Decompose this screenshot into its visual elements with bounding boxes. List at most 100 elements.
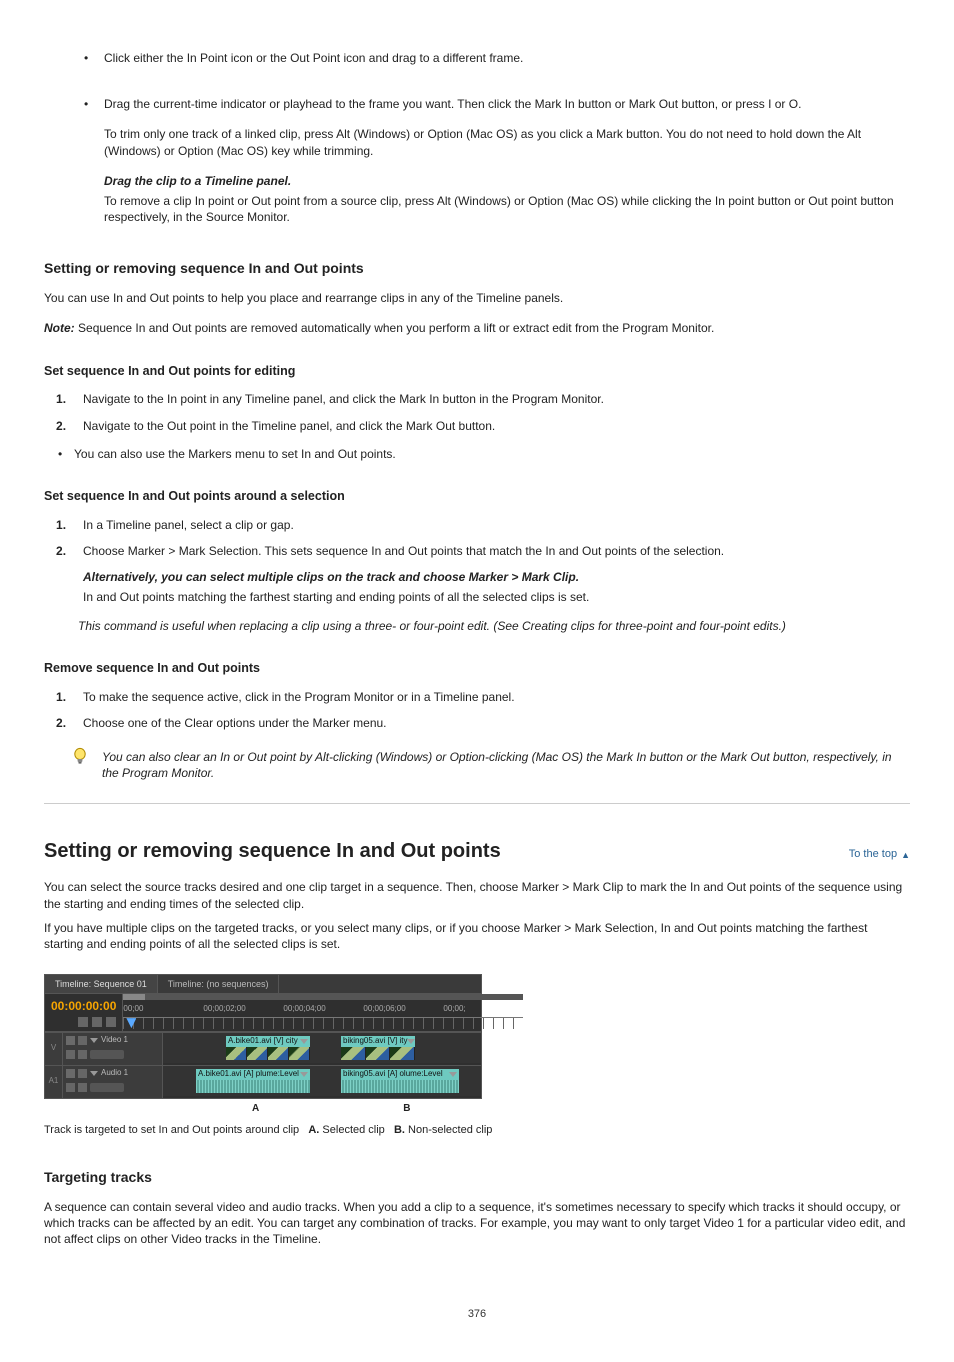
subsection-heading: Remove sequence In and Out points — [44, 660, 910, 677]
tip-para: This command is useful when replacing a … — [78, 618, 910, 634]
clip-label: A.bike01.avi [V] city — [228, 1036, 298, 1047]
subsection-heading: Set sequence In and Out points around a … — [44, 488, 910, 505]
to-top-link[interactable]: To the top ▲ — [849, 847, 910, 862]
caption-lead: Track is targeted to set In and Out poin… — [44, 1124, 299, 1136]
dropdown-icon[interactable] — [300, 1072, 308, 1077]
clip-label: A.bike01.avi [A] plume:Level — [198, 1069, 299, 1080]
figure-caption: Track is targeted to set In and Out poin… — [44, 1123, 644, 1138]
note-label: Note: — [44, 321, 75, 335]
note-row: Note: Sequence In and Out points are rem… — [44, 320, 910, 336]
video-track-controls: Video 1 — [63, 1033, 163, 1065]
track-button[interactable] — [66, 1083, 75, 1092]
steps-list: Navigate to the In point in any Timeline… — [44, 391, 910, 433]
clip-label: biking05.avi [A] olume:Level — [343, 1069, 443, 1080]
section-heading: Setting or removing sequence In and Out … — [44, 838, 501, 865]
note-body: Sequence In and Out points are removed a… — [78, 321, 714, 335]
tab-label: Timeline: Sequence 01 — [55, 979, 147, 989]
tip-text: You can also clear an In or Out point by… — [102, 749, 910, 781]
lock-toggle-icon[interactable] — [78, 1069, 87, 1078]
track-name: Video 1 — [101, 1035, 128, 1046]
tab-label: Timeline: (no sequences) — [168, 979, 269, 989]
video-lane[interactable]: A.bike01.avi [V] city biking05.avi [V] i… — [163, 1033, 481, 1063]
track-pill[interactable] — [90, 1050, 124, 1059]
step-item: Choose Marker > Mark Selection. This set… — [78, 543, 910, 606]
timeline-figure: Timeline: Sequence 01 Timeline: (no sequ… — [44, 974, 910, 1115]
lightbulb-icon — [72, 747, 88, 771]
video-clip-a[interactable]: A.bike01.avi [V] city — [225, 1035, 311, 1061]
bullet-item: You can also use the Markers menu to set… — [58, 446, 910, 462]
step-item: To make the sequence active, click in th… — [78, 689, 910, 705]
tick-label: 00;00;02;00 — [203, 1004, 283, 1015]
caption-label-a: A. — [308, 1124, 319, 1136]
alt-body: In and Out points matching the farthest … — [83, 589, 910, 605]
dropdown-icon[interactable] — [449, 1072, 457, 1077]
alt-head: Alternatively, you can select multiple c… — [83, 569, 910, 585]
bullet-item: Drag the current-time indicator or playh… — [84, 96, 910, 225]
subsection-heading: Set sequence In and Out points for editi… — [44, 363, 910, 380]
sub-step-head: Drag the clip to a Timeline panel. — [104, 173, 910, 189]
tool-button[interactable] — [106, 1017, 116, 1027]
dropdown-icon[interactable] — [407, 1039, 415, 1044]
step-text: Choose one of the Clear options under th… — [83, 716, 387, 730]
track-button[interactable] — [66, 1050, 75, 1059]
tip-row: You can also clear an In or Out point by… — [72, 749, 910, 781]
track-pill[interactable] — [90, 1083, 124, 1092]
bullet-text: Click either the In Point icon or the Ou… — [104, 51, 523, 65]
caption-label-b: B. — [394, 1124, 405, 1136]
eye-toggle-icon[interactable] — [66, 1036, 75, 1045]
steps-list: To make the sequence active, click in th… — [44, 689, 910, 731]
video-gutter[interactable]: V — [45, 1033, 63, 1065]
audio-gutter[interactable]: A1 — [45, 1066, 63, 1098]
timeline-tool-row — [51, 1017, 116, 1027]
step-item: Navigate to the In point in any Timeline… — [78, 391, 910, 407]
clip-label: biking05.avi [V] ity — [343, 1036, 407, 1047]
track-button[interactable] — [78, 1050, 87, 1059]
timecode-display[interactable]: 00:00:00:00 — [51, 998, 116, 1014]
video-clip-b[interactable]: biking05.avi [V] ity — [340, 1035, 416, 1061]
timeline-tab-inactive[interactable]: Timeline: (no sequences) — [158, 975, 280, 993]
dropdown-icon[interactable] — [90, 1038, 98, 1043]
section-intro: You can use In and Out points to help yo… — [44, 290, 910, 306]
audio-clip-a[interactable]: A.bike01.avi [A] plume:Level — [195, 1068, 311, 1094]
to-top-text: To the top — [849, 847, 897, 862]
section-para: If you have multiple clips on the target… — [44, 920, 910, 952]
track-button[interactable] — [78, 1083, 87, 1092]
audio-track-controls: Audio 1 — [63, 1066, 163, 1098]
tick-label: 00;00;04;00 — [283, 1004, 363, 1015]
section-divider — [44, 803, 910, 804]
playhead-icon[interactable] — [126, 1018, 136, 1028]
lock-toggle-icon[interactable] — [78, 1036, 87, 1045]
figure-marker-row: A B — [44, 1102, 482, 1116]
dropdown-icon[interactable] — [90, 1071, 98, 1076]
caret-up-icon: ▲ — [901, 849, 910, 861]
tool-button[interactable] — [92, 1017, 102, 1027]
section-para: You can select the source tracks desired… — [44, 879, 910, 911]
tick-label: 00;00 — [123, 1004, 203, 1015]
figure-marker-b: B — [403, 1102, 410, 1116]
speaker-toggle-icon[interactable] — [66, 1069, 75, 1078]
sub-step-body: To remove a clip In point or Out point f… — [104, 193, 910, 225]
caption-text-b: Non-selected clip — [408, 1124, 492, 1136]
audio-track-row: A1 Audio 1 A.bik — [45, 1065, 481, 1098]
step-text: To make the sequence active, click in th… — [83, 690, 515, 704]
zoom-scrub-handle[interactable] — [123, 994, 145, 1000]
audio-clip-b[interactable]: biking05.avi [A] olume:Level — [340, 1068, 460, 1094]
section-heading: Setting or removing sequence In and Out … — [44, 259, 910, 278]
timeline-tab-active[interactable]: Timeline: Sequence 01 — [45, 975, 158, 993]
step-text: Choose Marker > Mark Selection. This set… — [83, 544, 724, 558]
note-para: To trim only one track of a linked clip,… — [104, 126, 910, 158]
step-text: Navigate to the Out point in the Timelin… — [83, 419, 495, 433]
tool-button[interactable] — [78, 1017, 88, 1027]
bullet-text: Drag the current-time indicator or playh… — [104, 97, 801, 111]
top-bullet-list: Click either the In Point icon or the Ou… — [44, 50, 910, 225]
audio-lane[interactable]: A.bike01.avi [A] plume:Level biking05.av… — [163, 1066, 481, 1096]
timeline-ruler[interactable]: 00;00 00;00;02;00 00;00;04;00 00;00;06;0… — [123, 994, 523, 1030]
dropdown-icon[interactable] — [300, 1039, 308, 1044]
section-para: A sequence can contain several video and… — [44, 1199, 910, 1248]
track-name: Audio 1 — [101, 1068, 128, 1079]
video-track-row: V Video 1 A.bike — [45, 1032, 481, 1065]
step-item: Navigate to the Out point in the Timelin… — [78, 418, 910, 434]
step-text: In a Timeline panel, select a clip or ga… — [83, 518, 294, 532]
caption-text-a: Selected clip — [322, 1124, 384, 1136]
page-number: 376 — [44, 1307, 910, 1322]
